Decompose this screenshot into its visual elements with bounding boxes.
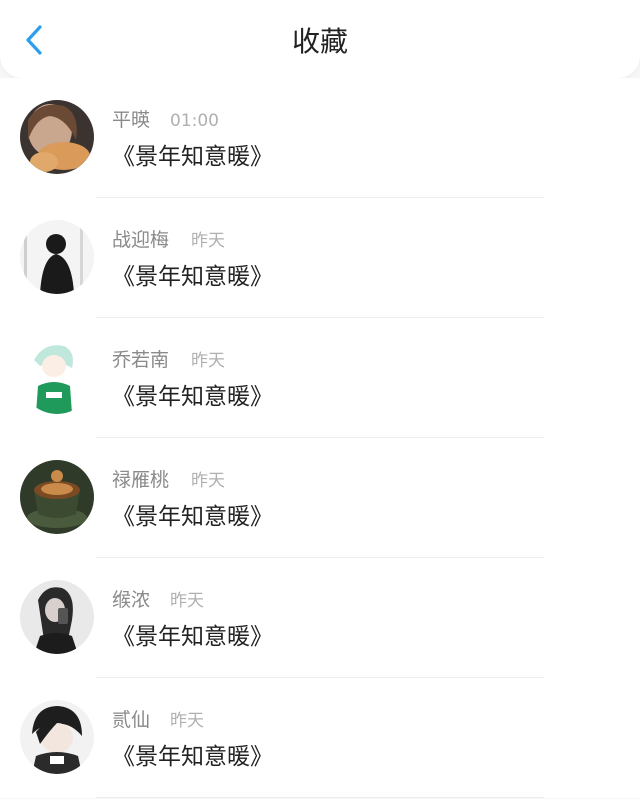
anime-boy-avatar (20, 700, 94, 774)
avatar (20, 460, 94, 534)
item-time: 昨天 (191, 351, 225, 371)
item-book-title: 《景年知意暖》 (112, 384, 273, 410)
favorites-list: 平暎 01:00 《景年知意暖》 战迎梅 昨天 《景年知意暖》 乔若南 昨天 《… (0, 78, 640, 798)
list-item[interactable]: 平暎 01:00 《景年知意暖》 (0, 78, 640, 198)
silhouette-avatar (20, 220, 94, 294)
item-username: 平暎 (112, 109, 151, 131)
list-item[interactable]: 缑浓 昨天 《景年知意暖》 (0, 558, 640, 678)
item-book-title: 《景年知意暖》 (112, 144, 273, 170)
item-book-title: 《景年知意暖》 (112, 264, 273, 290)
item-time: 01:00 (170, 111, 219, 131)
divider (96, 797, 544, 798)
coffee-cup-avatar (20, 460, 94, 534)
avatar (20, 100, 94, 174)
item-book-title: 《景年知意暖》 (112, 624, 273, 650)
avatar (20, 220, 94, 294)
item-book-title: 《景年知意暖》 (112, 504, 273, 530)
item-username: 贰仙 (112, 709, 151, 731)
item-username: 战迎梅 (112, 229, 170, 251)
girl-with-cat-avatar (20, 100, 94, 174)
list-item[interactable]: 战迎梅 昨天 《景年知意暖》 (0, 198, 640, 318)
list-item[interactable]: 乔若南 昨天 《景年知意暖》 (0, 318, 640, 438)
top-bar: 收藏 (0, 0, 640, 78)
item-username: 禄雁桃 (112, 469, 170, 491)
page-title: 收藏 (291, 25, 348, 58)
item-time: 昨天 (170, 591, 204, 611)
list-item[interactable]: 贰仙 昨天 《景年知意暖》 (0, 678, 640, 798)
avatar (20, 580, 94, 654)
list-item[interactable]: 禄雁桃 昨天 《景年知意暖》 (0, 438, 640, 558)
item-username: 乔若南 (112, 349, 170, 371)
anime-green-shirt-avatar (20, 340, 94, 414)
item-time: 昨天 (191, 231, 225, 251)
item-book-title: 《景年知意暖》 (112, 744, 273, 770)
item-time: 昨天 (170, 711, 204, 731)
item-username: 缑浓 (112, 589, 151, 611)
avatar (20, 340, 94, 414)
item-time: 昨天 (191, 471, 225, 491)
avatar (20, 700, 94, 774)
girl-selfie-avatar (20, 580, 94, 654)
